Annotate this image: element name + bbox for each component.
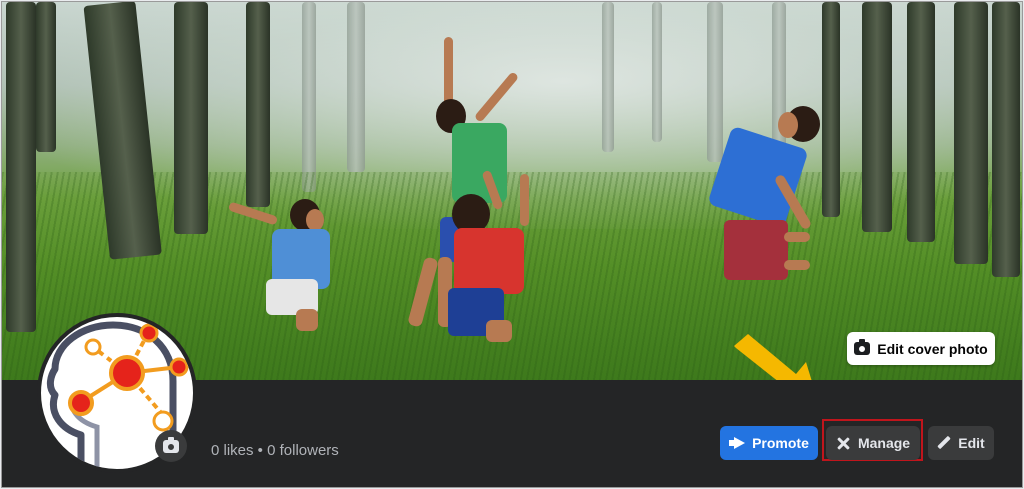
edit-cover-photo-button[interactable]: Edit cover photo bbox=[847, 332, 995, 365]
promote-label: Promote bbox=[752, 435, 809, 451]
manage-button[interactable]: Manage bbox=[826, 426, 920, 460]
child-figure bbox=[442, 169, 552, 350]
tree-trunk bbox=[954, 2, 988, 264]
edit-cover-photo-label: Edit cover photo bbox=[877, 340, 988, 357]
update-profile-picture-button[interactable] bbox=[155, 430, 187, 462]
page-header-frame: Edit cover photo 0 likes • 0 followers P… bbox=[1, 1, 1023, 488]
tree-trunk bbox=[36, 2, 56, 152]
camera-icon bbox=[854, 339, 871, 355]
tree-trunk bbox=[302, 2, 316, 192]
tools-icon bbox=[836, 436, 851, 451]
manage-label: Manage bbox=[857, 435, 911, 451]
camera-icon bbox=[163, 436, 179, 453]
pencil-icon bbox=[937, 436, 951, 450]
likes-followers-count: 0 likes • 0 followers bbox=[211, 442, 339, 459]
tree-trunk bbox=[992, 2, 1020, 277]
tree-trunk bbox=[907, 2, 935, 242]
tree-trunk bbox=[246, 2, 270, 207]
child-figure bbox=[707, 102, 844, 302]
megaphone-icon bbox=[729, 437, 745, 449]
tree-trunk bbox=[6, 2, 36, 332]
tree-trunk bbox=[174, 2, 208, 234]
tree-trunk bbox=[862, 2, 892, 232]
promote-button[interactable]: Promote bbox=[720, 426, 818, 460]
edit-button[interactable]: Edit bbox=[928, 426, 994, 460]
tree-trunk bbox=[347, 2, 365, 172]
child-figure bbox=[227, 197, 338, 337]
edit-label: Edit bbox=[958, 435, 985, 451]
tree-trunk bbox=[602, 2, 614, 152]
tree-trunk bbox=[652, 2, 662, 142]
